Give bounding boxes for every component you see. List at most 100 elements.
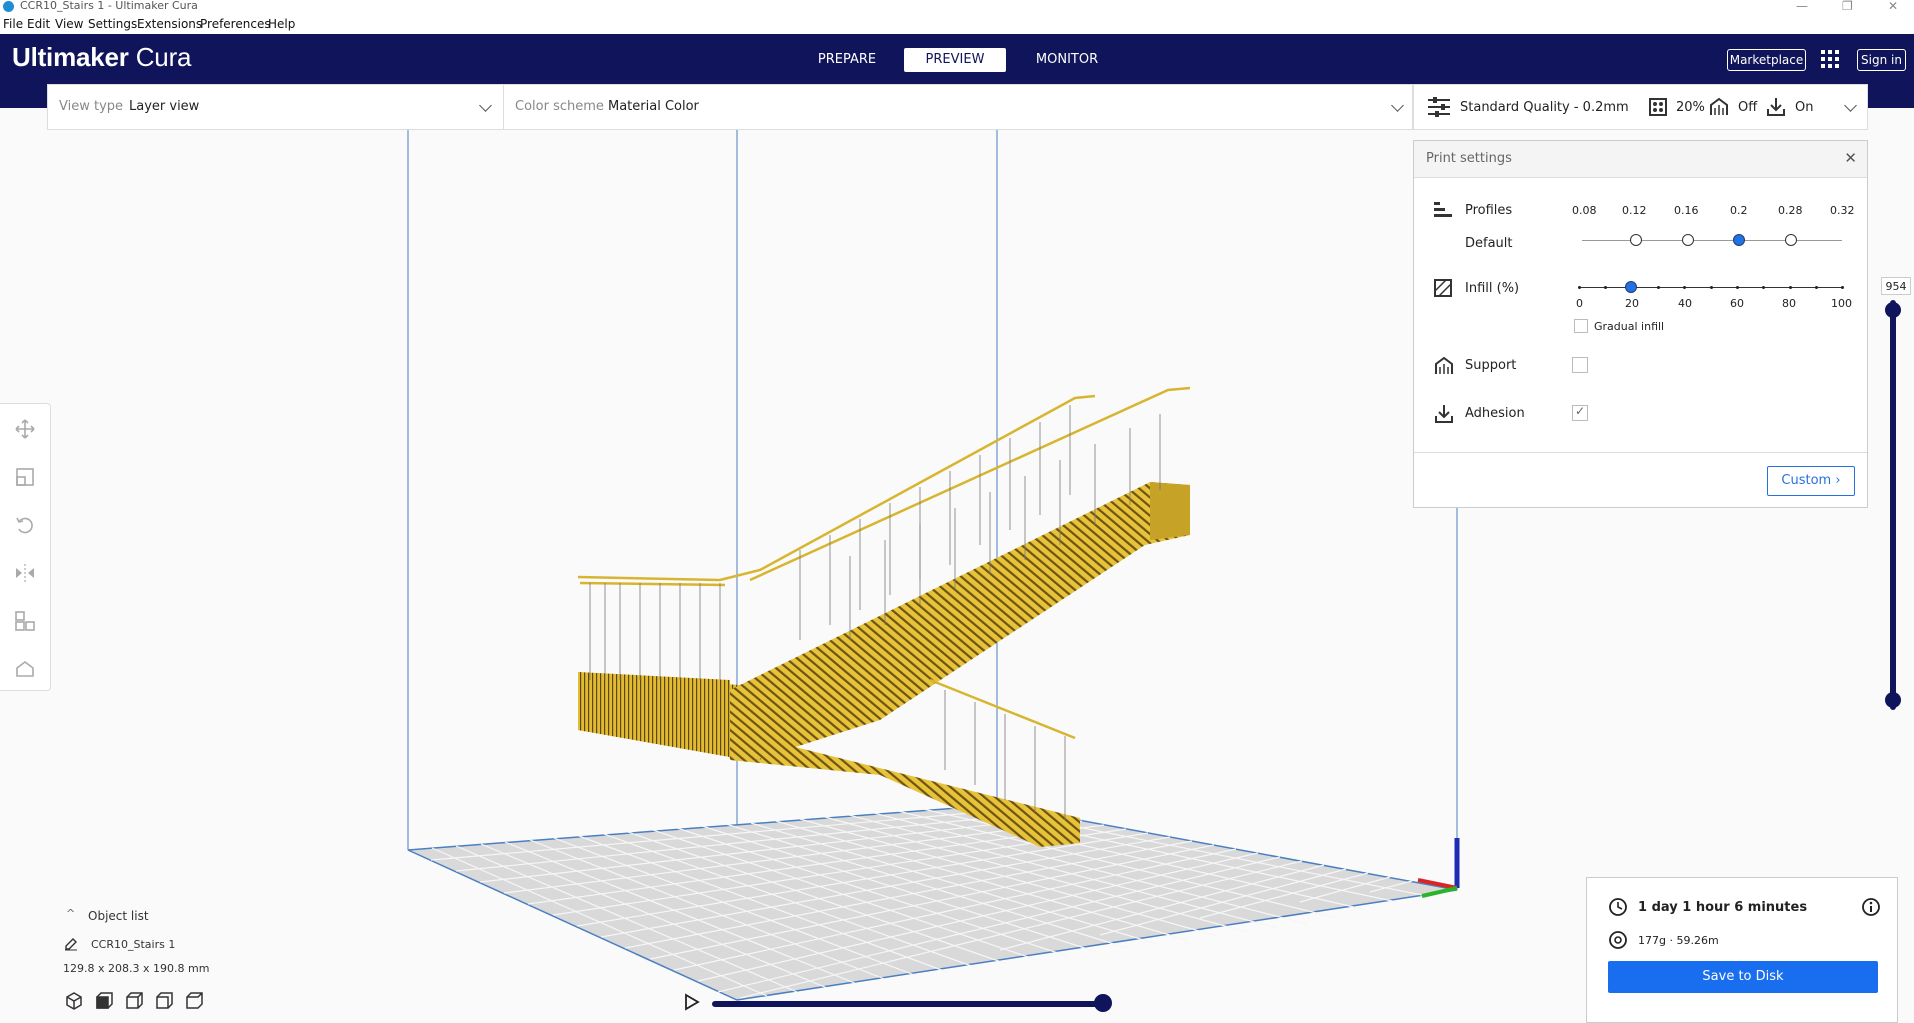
per-model-settings-icon[interactable] bbox=[14, 610, 36, 632]
3d-view-icon[interactable] bbox=[66, 992, 82, 1010]
view-options-bar: View type Layer view Color scheme Materi… bbox=[47, 84, 1413, 130]
infill-slider-knob[interactable] bbox=[1625, 281, 1637, 293]
profile-value-0-16: 0.16 bbox=[1674, 204, 1699, 217]
layer-number-display[interactable]: 954 bbox=[1881, 277, 1911, 295]
left-view-icon[interactable] bbox=[156, 992, 173, 1009]
gradual-infill-label: Gradual infill bbox=[1594, 320, 1665, 333]
object-dimensions: 129.8 x 208.3 x 190.8 mm bbox=[63, 962, 210, 975]
path-slider-track[interactable] bbox=[712, 1001, 1104, 1007]
menu-bar: File Edit View Settings Extensions Prefe… bbox=[0, 14, 1914, 34]
path-slider-handle[interactable] bbox=[1094, 994, 1112, 1012]
support-label: Support bbox=[1465, 358, 1517, 373]
gradual-infill-checkbox[interactable] bbox=[1574, 319, 1588, 333]
menu-view[interactable]: View bbox=[55, 14, 83, 34]
close-window-icon[interactable]: ✕ bbox=[1888, 0, 1898, 12]
tab-monitor[interactable]: MONITOR bbox=[1020, 48, 1114, 72]
menu-settings[interactable]: Settings bbox=[88, 14, 137, 34]
minimize-icon[interactable]: — bbox=[1796, 0, 1808, 12]
color-scheme-dropdown[interactable]: Material Color bbox=[608, 99, 699, 114]
object-name[interactable]: CCR10_Stairs 1 bbox=[91, 938, 175, 951]
ultimaker-cura-logo: Ultimaker Cura bbox=[12, 42, 192, 72]
print-time: 1 day 1 hour 6 minutes bbox=[1638, 900, 1808, 915]
play-icon[interactable] bbox=[684, 993, 700, 1011]
right-view-icon[interactable] bbox=[186, 992, 203, 1009]
profile-knob-0-2[interactable] bbox=[1733, 234, 1745, 246]
default-label: Default bbox=[1465, 236, 1513, 251]
infill-tick-80: 80 bbox=[1782, 297, 1796, 310]
object-list-toggle[interactable]: Object list bbox=[88, 909, 149, 923]
profile-value-0-12: 0.12 bbox=[1622, 204, 1647, 217]
infill-icon bbox=[1649, 98, 1667, 116]
layer-slider-top-handle[interactable] bbox=[1885, 302, 1901, 318]
profile-knob-0-28[interactable] bbox=[1785, 234, 1797, 246]
color-scheme-label: Color scheme bbox=[515, 99, 604, 114]
left-toolbar bbox=[0, 403, 51, 691]
window-title: CCR10_Stairs 1 - Ultimaker Cura bbox=[20, 0, 198, 12]
adhesion-icon bbox=[1767, 98, 1785, 116]
support-blocker-icon[interactable] bbox=[14, 658, 36, 680]
profile-value-0-28: 0.28 bbox=[1778, 204, 1803, 217]
layer-slider-bottom-handle[interactable] bbox=[1885, 692, 1901, 708]
menu-help[interactable]: Help bbox=[268, 14, 295, 34]
print-settings-title: Print settings bbox=[1426, 151, 1512, 166]
move-tool-icon[interactable] bbox=[14, 418, 36, 440]
profile-value-0-2: 0.2 bbox=[1730, 204, 1748, 217]
tab-preview[interactable]: PREVIEW bbox=[904, 48, 1006, 72]
material-usage: 177g · 59.26m bbox=[1638, 934, 1719, 947]
profile-knob-0-16[interactable] bbox=[1682, 234, 1694, 246]
edit-pencil-icon[interactable] bbox=[64, 937, 78, 951]
front-view-icon[interactable] bbox=[96, 992, 113, 1009]
rotate-tool-icon[interactable] bbox=[14, 514, 36, 536]
app-header: Ultimaker Cura PREPARE PREVIEW MONITOR M… bbox=[0, 34, 1914, 84]
menu-edit[interactable]: Edit bbox=[27, 14, 50, 34]
checkmark-icon: ✓ bbox=[1575, 404, 1586, 418]
support-icon bbox=[1710, 97, 1728, 115]
custom-settings-button[interactable]: Custom › bbox=[1767, 466, 1855, 496]
restore-icon[interactable]: ❐ bbox=[1842, 0, 1853, 12]
infill-icon bbox=[1434, 279, 1452, 297]
infill-tick-20: 20 bbox=[1625, 297, 1639, 310]
adhesion-checkbox[interactable]: ✓ bbox=[1572, 404, 1588, 421]
top-view-icon[interactable] bbox=[126, 992, 143, 1009]
mirror-tool-icon[interactable] bbox=[14, 562, 36, 584]
cura-app-icon bbox=[3, 1, 14, 12]
infill-label: Infill (%) bbox=[1465, 281, 1520, 296]
support-value: Off bbox=[1738, 100, 1758, 115]
adhesion-label: Adhesion bbox=[1465, 406, 1525, 421]
staircase-model bbox=[577, 386, 1191, 847]
profile-knob-0-12[interactable] bbox=[1630, 234, 1642, 246]
layer-slider-track[interactable] bbox=[1890, 300, 1896, 710]
scale-tool-icon[interactable] bbox=[14, 466, 36, 488]
print-settings-summary[interactable]: Standard Quality - 0.2mm 20% Off On bbox=[1413, 84, 1868, 130]
support-checkbox[interactable] bbox=[1572, 357, 1588, 373]
chevron-down-icon[interactable] bbox=[1391, 99, 1404, 112]
menu-file[interactable]: File bbox=[3, 14, 23, 34]
adhesion-icon bbox=[1435, 405, 1453, 423]
tab-prepare[interactable]: PREPARE bbox=[803, 48, 891, 72]
print-estimate-panel: 1 day 1 hour 6 minutes 177g · 59.26m Sav… bbox=[1586, 877, 1898, 1023]
view-type-label: View type bbox=[59, 99, 124, 114]
marketplace-button[interactable]: Marketplace bbox=[1727, 49, 1806, 71]
infill-tick-60: 60 bbox=[1730, 297, 1744, 310]
close-icon[interactable]: ✕ bbox=[1844, 149, 1857, 167]
chevron-down-icon[interactable] bbox=[479, 99, 492, 112]
profile-value-0-32: 0.32 bbox=[1830, 204, 1855, 217]
adhesion-value: On bbox=[1795, 100, 1814, 115]
sign-in-button[interactable]: Sign in bbox=[1857, 49, 1906, 71]
menu-preferences[interactable]: Preferences bbox=[200, 14, 271, 34]
view-type-dropdown[interactable]: Layer view bbox=[129, 99, 199, 114]
profile-value-0-08: 0.08 bbox=[1572, 204, 1597, 217]
divider bbox=[1414, 452, 1867, 453]
header-extension-left bbox=[0, 84, 47, 108]
build-plate bbox=[407, 804, 1458, 1001]
header-extension-right bbox=[1868, 84, 1914, 108]
info-icon[interactable] bbox=[1861, 897, 1881, 917]
infill-tick-40: 40 bbox=[1678, 297, 1692, 310]
menu-extensions[interactable]: Extensions bbox=[137, 14, 202, 34]
profiles-icon bbox=[1434, 202, 1452, 217]
apps-grid-icon[interactable] bbox=[1821, 50, 1841, 70]
chevron-up-icon[interactable]: ^ bbox=[66, 907, 75, 920]
chevron-down-icon[interactable] bbox=[1844, 99, 1857, 112]
profile-slider-track[interactable] bbox=[1582, 240, 1842, 241]
save-to-disk-button[interactable]: Save to Disk bbox=[1608, 961, 1878, 993]
